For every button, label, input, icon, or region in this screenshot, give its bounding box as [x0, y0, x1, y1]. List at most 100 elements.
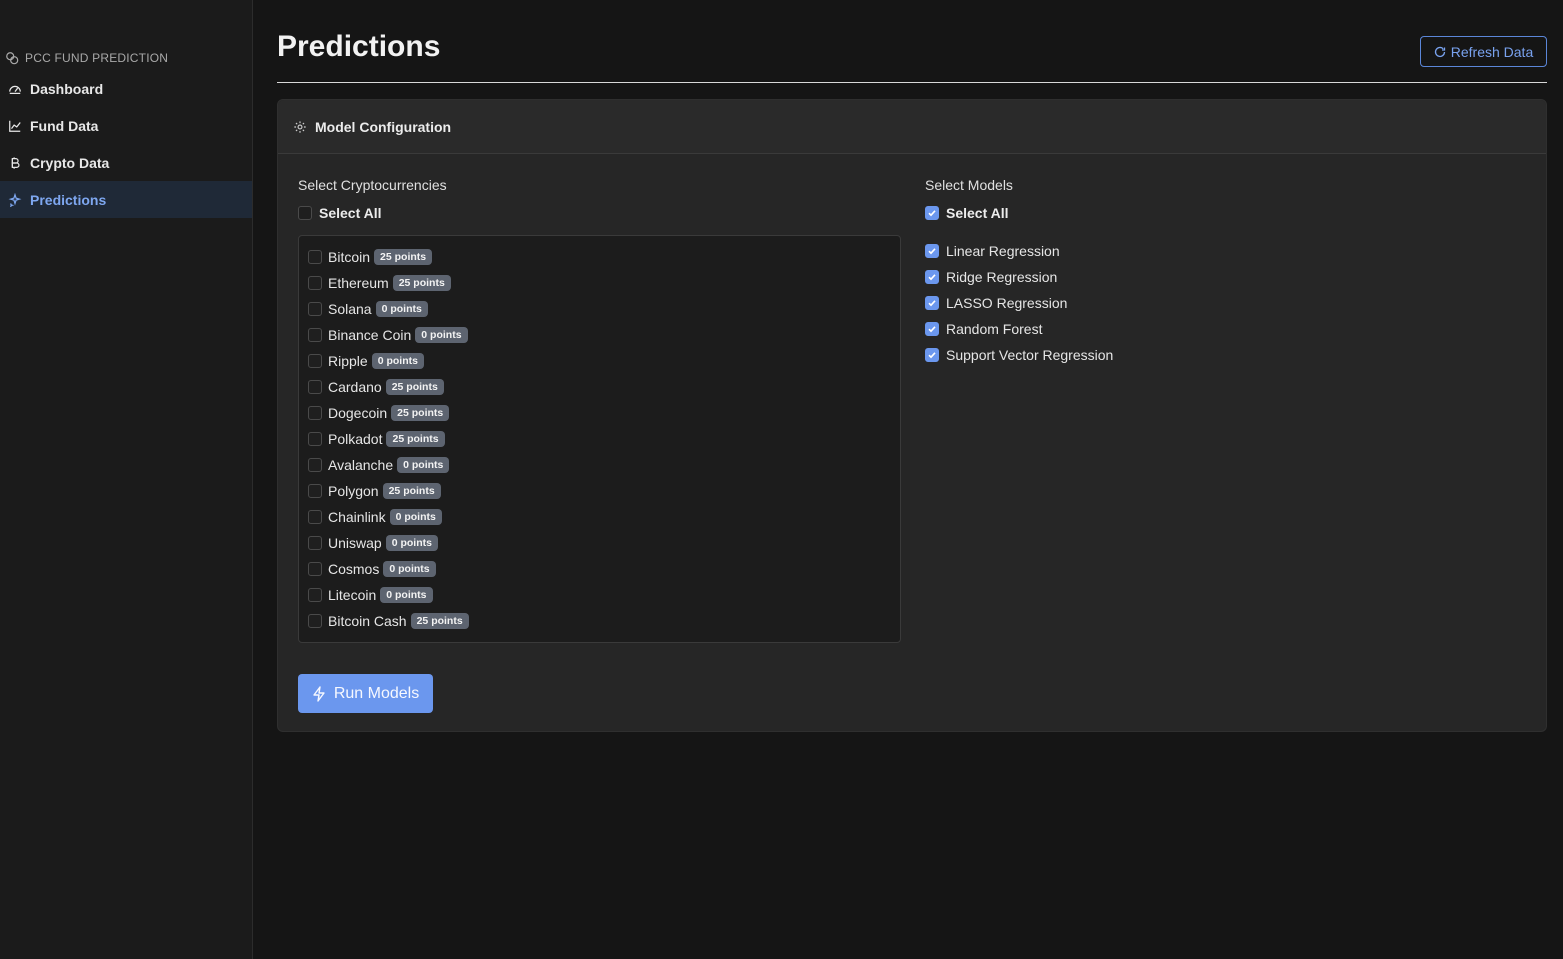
model-name: Random Forest — [946, 321, 1043, 337]
sidebar-item-dashboard[interactable]: Dashboard — [0, 70, 252, 107]
gear-icon — [294, 120, 306, 133]
crypto-item[interactable]: Chainlink 0 points — [299, 504, 900, 530]
crypto-name: Bitcoin — [328, 249, 371, 265]
crypto-name: Polkadot — [328, 431, 383, 447]
checkbox[interactable] — [308, 276, 322, 290]
checkbox[interactable] — [308, 250, 322, 264]
checkbox[interactable] — [308, 328, 322, 342]
crypto-item[interactable]: Binance Coin 0 points — [299, 322, 900, 348]
model-name: LASSO Regression — [946, 295, 1068, 311]
title-divider — [277, 82, 1547, 83]
crypto-item[interactable]: Ripple 0 points — [299, 348, 900, 374]
points-badge: 0 points — [371, 353, 424, 369]
checkbox[interactable] — [298, 206, 312, 220]
sparkles-icon — [8, 192, 22, 207]
model-name: Ridge Regression — [946, 269, 1058, 285]
points-badge: 0 points — [383, 561, 436, 577]
crypto-item[interactable]: Polygon 25 points — [299, 478, 900, 504]
points-badge: 0 points — [397, 457, 450, 473]
run-models-label: Run Models — [333, 684, 420, 702]
checkbox[interactable] — [308, 614, 322, 628]
check-icon — [928, 248, 936, 255]
checkbox[interactable] — [925, 296, 939, 310]
crypto-select-all[interactable]: Select All — [298, 205, 382, 221]
crypto-list: Bitcoin 25 points Ethereum 25 points Solan… — [298, 235, 901, 643]
points-badge: 0 points — [389, 509, 442, 525]
crypto-name: Cardano — [328, 379, 382, 395]
crypto-item[interactable]: Cardano 25 points — [299, 374, 900, 400]
crypto-select-all-label: Select All — [319, 205, 382, 221]
crypto-item[interactable]: Polkadot 25 points — [299, 426, 900, 452]
checkbox[interactable] — [308, 536, 322, 550]
crypto-item[interactable]: Litecoin 0 points — [299, 582, 900, 608]
points-badge: 25 points — [385, 379, 444, 395]
sidebar-item-predictions[interactable]: Predictions — [0, 181, 252, 218]
checkbox[interactable] — [308, 458, 322, 472]
refresh-data-button[interactable]: Refresh Data — [1420, 36, 1547, 67]
brand-label: PCC FUND PREDICTION — [25, 51, 169, 65]
check-icon — [928, 352, 936, 359]
crypto-item[interactable]: Cosmos 0 points — [299, 556, 900, 582]
crypto-item[interactable]: Avalanche 0 points — [299, 452, 900, 478]
model-item[interactable]: LASSO Regression — [925, 290, 1113, 316]
checkbox[interactable] — [308, 588, 322, 602]
checkbox[interactable] — [925, 206, 939, 220]
crypto-item[interactable]: Bitcoin Cash 25 points — [299, 608, 900, 634]
models-select-all[interactable]: Select All — [925, 205, 1009, 221]
crypto-item[interactable]: Solana 0 points — [299, 296, 900, 322]
model-list: Linear Regression Ridge Regression LASSO… — [925, 238, 1113, 368]
crypto-name: Litecoin — [328, 587, 377, 603]
checkbox[interactable] — [925, 348, 939, 362]
checkbox[interactable] — [308, 484, 322, 498]
sidebar-item-crypto-data[interactable]: Crypto Data — [0, 144, 252, 181]
sidebar-item-label: Crypto Data — [30, 154, 110, 171]
model-item[interactable]: Linear Regression — [925, 238, 1113, 264]
checkbox[interactable] — [308, 406, 322, 420]
run-models-button[interactable]: Run Models — [298, 674, 433, 713]
points-badge: 25 points — [391, 405, 450, 421]
crypto-item[interactable]: Dogecoin 25 points — [299, 400, 900, 426]
points-badge: 0 points — [380, 587, 433, 603]
checkbox[interactable] — [308, 562, 322, 576]
model-name: Linear Regression — [946, 243, 1060, 259]
model-configuration-card: Model Configuration Select Cryptocurrenc… — [277, 99, 1547, 732]
model-item[interactable]: Ridge Regression — [925, 264, 1113, 290]
sidebar-item-label: Fund Data — [30, 117, 99, 134]
crypto-name: Ethereum — [328, 275, 389, 291]
refresh-data-label: Refresh Data — [1450, 43, 1534, 60]
checkbox[interactable] — [925, 244, 939, 258]
sidebar: PCC FUND PREDICTION Dashboard Fund Data … — [0, 0, 253, 959]
checkbox[interactable] — [308, 432, 322, 446]
model-name: Support Vector Regression — [946, 347, 1114, 363]
card-title: Model Configuration — [315, 118, 452, 135]
card-header: Model Configuration — [278, 100, 1546, 154]
check-icon — [928, 300, 936, 307]
crypto-name: Polygon — [328, 483, 379, 499]
check-icon — [928, 274, 936, 281]
crypto-name: Ripple — [328, 353, 368, 369]
crypto-item[interactable]: Uniswap 0 points — [299, 530, 900, 556]
points-badge: 25 points — [374, 249, 433, 265]
checkbox[interactable] — [308, 302, 322, 316]
crypto-name: Chainlink — [328, 509, 386, 525]
line-chart-icon — [9, 120, 21, 132]
checkbox[interactable] — [308, 354, 322, 368]
model-item[interactable]: Support Vector Regression — [925, 342, 1113, 368]
crypto-item[interactable]: Bitcoin 25 points — [299, 244, 900, 270]
points-badge: 25 points — [382, 483, 441, 499]
points-badge: 0 points — [375, 301, 428, 317]
sidebar-item-label: Predictions — [30, 191, 107, 208]
points-badge: 0 points — [385, 535, 438, 551]
lightning-icon — [313, 685, 325, 702]
sidebar-item-fund-data[interactable]: Fund Data — [0, 107, 252, 144]
model-item[interactable]: Random Forest — [925, 316, 1113, 342]
sidebar-nav: Dashboard Fund Data Crypto Data Predicti… — [0, 70, 252, 218]
checkbox[interactable] — [308, 510, 322, 524]
checkbox[interactable] — [308, 380, 322, 394]
models-select-all-label: Select All — [946, 205, 1009, 221]
page-title: Predictions — [277, 30, 441, 63]
check-icon — [928, 210, 936, 217]
checkbox[interactable] — [925, 322, 939, 336]
checkbox[interactable] — [925, 270, 939, 284]
crypto-item[interactable]: Ethereum 25 points — [299, 270, 900, 296]
